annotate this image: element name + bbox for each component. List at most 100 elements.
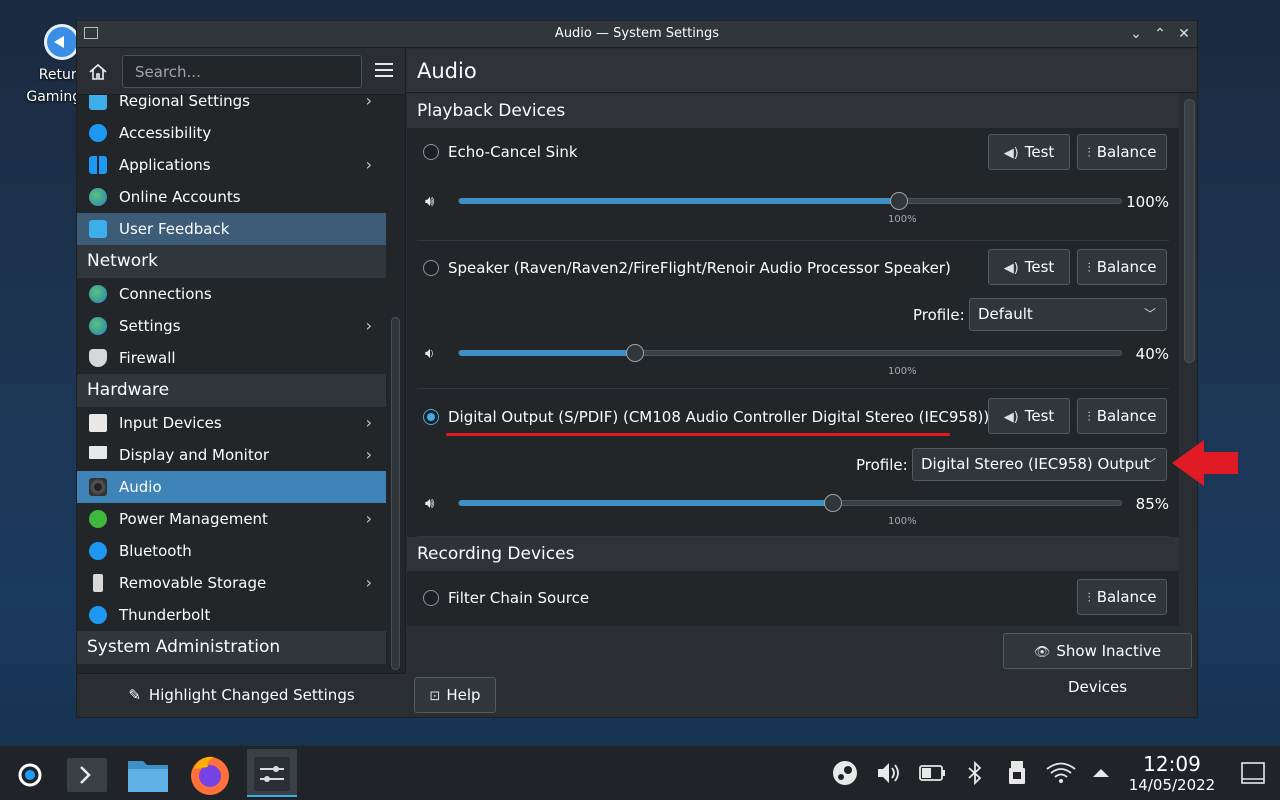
sidebar-item-label: Firewall	[119, 349, 176, 367]
sidebar-item-label: User Feedback	[119, 220, 230, 238]
sidebar-item-label: Accessibility	[119, 124, 212, 142]
device-radio-selected[interactable]	[423, 409, 439, 425]
bluetooth-tray-icon[interactable]	[964, 760, 986, 792]
show-desktop-icon[interactable]	[1240, 760, 1266, 792]
profile-label: Profile:	[856, 456, 908, 474]
sidebar-item-label: Thunderbolt	[119, 606, 211, 624]
taskbar: 12:09 14/05/2022	[0, 746, 1280, 800]
battery-icon[interactable]	[918, 760, 946, 792]
speaker-test-icon: ◀)	[1003, 146, 1019, 161]
sidebar-scrollbar[interactable]	[391, 317, 400, 670]
slider-handle[interactable]	[626, 344, 645, 362]
test-button[interactable]: ◀) Test	[988, 249, 1070, 285]
sidebar-item-online-accounts[interactable]: Online Accounts	[77, 181, 386, 213]
volume-icon[interactable]: 🔉︎	[425, 344, 445, 362]
globe-icon	[89, 317, 107, 335]
usb-drive-icon	[93, 574, 103, 592]
sidebar-item-label: Bluetooth	[119, 542, 192, 560]
volume-icon[interactable]: 🔊︎	[425, 494, 445, 512]
clock-time: 12:09	[1143, 752, 1201, 776]
wifi-icon[interactable]	[1045, 760, 1077, 792]
volume-slider[interactable]	[458, 494, 1122, 512]
sidebar-item-display-monitor[interactable]: Display and Monitor ›	[77, 439, 386, 471]
sidebar-item-label: Connections	[119, 285, 212, 303]
system-settings-taskbar-icon[interactable]	[247, 749, 297, 797]
sidebar-item-thunderbolt[interactable]: Thunderbolt	[77, 599, 386, 631]
sidebar-item-input-devices[interactable]: Input Devices ›	[77, 407, 386, 439]
sidebar-item-audio[interactable]: Audio	[77, 471, 386, 503]
sidebar-item-connections[interactable]: Connections	[77, 278, 386, 310]
sidebar-toolbar: Search...	[77, 49, 405, 95]
show-hidden-icons-arrow[interactable]	[1091, 760, 1111, 792]
sidebar-item-accessibility[interactable]: Accessibility	[77, 117, 386, 149]
sidebar-item-network-settings[interactable]: Settings ›	[77, 310, 386, 342]
maximize-button[interactable]: ⌃	[1150, 24, 1170, 44]
applications-icon	[89, 156, 107, 174]
device-radio[interactable]	[423, 590, 439, 606]
category-system-administration: System Administration	[77, 631, 386, 664]
device-radio[interactable]	[423, 144, 439, 160]
test-button[interactable]: ◀) Test	[988, 398, 1070, 434]
content-scrollbar[interactable]	[1184, 99, 1195, 363]
profile-select[interactable]: Digital Stereo (IEC958) Output ﹀	[912, 448, 1167, 481]
slider-handle[interactable]	[824, 494, 843, 512]
window-titlebar[interactable]: Audio — System Settings ⌄ ⌃ ✕	[77, 21, 1197, 48]
sidebar-item-removable-storage[interactable]: Removable Storage ›	[77, 567, 386, 599]
device-radio[interactable]	[423, 260, 439, 276]
sidebar-item-user-feedback[interactable]: User Feedback	[77, 213, 386, 245]
playback-device-digital-output: Digital Output (S/PDIF) (CM108 Audio Con…	[417, 389, 1169, 537]
balance-button[interactable]: ⫶ Balance	[1077, 134, 1167, 170]
device-name: Digital Output (S/PDIF) (CM108 Audio Con…	[448, 408, 990, 426]
volume-value: 100%	[1126, 193, 1169, 211]
keyboard-icon	[89, 414, 107, 432]
sidebar-item-label: Display and Monitor	[119, 446, 270, 464]
hamburger-menu-icon[interactable]	[375, 63, 393, 79]
return-arrow-icon	[44, 24, 80, 60]
volume-slider[interactable]	[458, 344, 1122, 362]
volume-tray-icon[interactable]	[876, 760, 902, 792]
sidebar-item-label: Input Devices	[119, 414, 222, 432]
sidebar-item-power-management[interactable]: Power Management ›	[77, 503, 386, 535]
sidebar-item-applications[interactable]: Applications ›	[77, 149, 386, 181]
sidebar-item-label: Audio	[119, 478, 162, 496]
help-button[interactable]: ⊡ Help	[414, 677, 496, 713]
volume-slider[interactable]	[458, 192, 1122, 210]
sidebar-list: Regional Settings › Accessibility Applic…	[77, 95, 386, 675]
minimize-button[interactable]: ⌄	[1126, 24, 1146, 44]
sidebar-item-regional-settings[interactable]: Regional Settings ›	[77, 95, 386, 117]
highlight-changed-settings-button[interactable]: ✎ Highlight Changed Settings	[77, 673, 406, 717]
balance-button[interactable]: ⫶ Balance	[1077, 579, 1167, 615]
profile-label: Profile:	[913, 306, 965, 324]
profile-select[interactable]: Default ﹀	[969, 298, 1167, 331]
red-underline-annotation	[446, 433, 950, 436]
sidebar-item-label: Online Accounts	[119, 188, 241, 206]
removable-device-icon[interactable]	[1006, 760, 1028, 792]
test-button[interactable]: ◀) Test	[988, 134, 1070, 170]
sidebar-item-bluetooth[interactable]: Bluetooth	[77, 535, 386, 567]
close-button[interactable]: ✕	[1174, 24, 1194, 44]
monitor-icon	[89, 446, 107, 459]
show-inactive-devices-button[interactable]: 👁︎ Show Inactive Devices	[1003, 633, 1192, 696]
sidebar-item-firewall[interactable]: Firewall	[77, 342, 386, 374]
chevron-down-icon: ﹀	[1143, 457, 1156, 471]
bluetooth-icon	[89, 542, 107, 560]
device-name: Speaker (Raven/Raven2/FireFlight/Renoir …	[448, 259, 951, 277]
clock-date: 14/05/2022	[1128, 776, 1216, 794]
firefox-icon[interactable]	[184, 749, 234, 797]
clock[interactable]: 12:09 14/05/2022	[1124, 753, 1220, 795]
playback-device-speaker: Speaker (Raven/Raven2/FireFlight/Renoir …	[417, 241, 1169, 389]
balance-button[interactable]: ⫶ Balance	[1077, 398, 1167, 434]
device-name: Echo-Cancel Sink	[448, 143, 578, 161]
main-panel: Audio Playback Devices Echo-Cancel Sink …	[407, 49, 1197, 717]
application-launcher[interactable]	[4, 749, 54, 797]
speaker-test-icon: ◀)	[1003, 261, 1019, 276]
slider-handle[interactable]	[890, 192, 909, 210]
volume-icon[interactable]: 🔊︎	[425, 192, 445, 210]
sidebar-item-label: Settings	[119, 317, 181, 335]
steam-icon[interactable]	[832, 760, 858, 792]
search-input[interactable]: Search...	[122, 55, 362, 88]
file-manager-icon[interactable]	[123, 749, 173, 797]
konsole-icon[interactable]	[62, 749, 112, 797]
balance-button[interactable]: ⫶ Balance	[1077, 249, 1167, 285]
home-icon[interactable]	[87, 61, 109, 83]
